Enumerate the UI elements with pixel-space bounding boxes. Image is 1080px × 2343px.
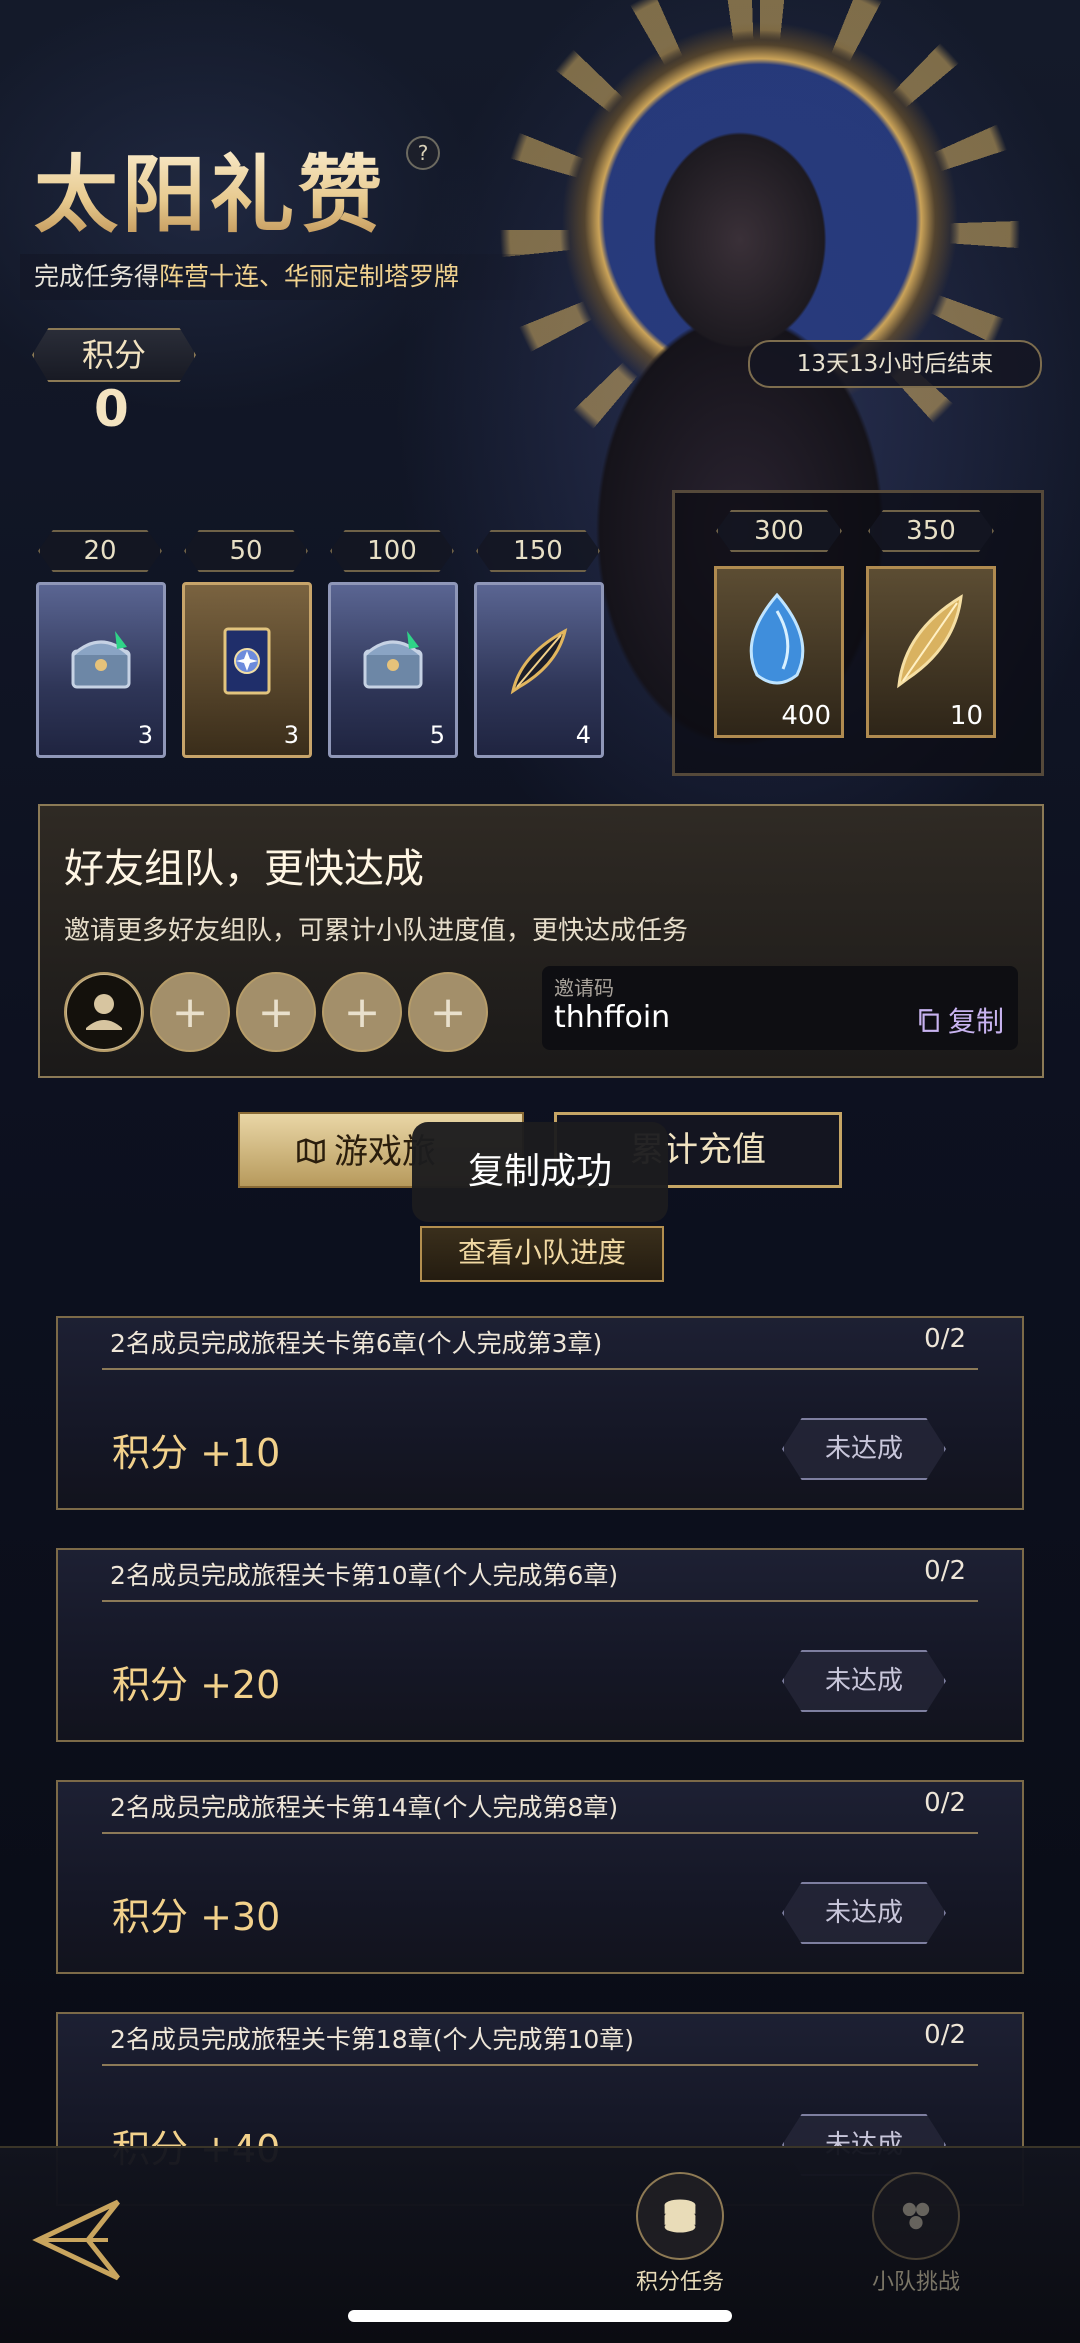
reward-points: 20 <box>38 530 162 572</box>
reward-card[interactable]: 10 <box>866 566 996 738</box>
reward-tier-3[interactable]: 100 5 <box>328 530 458 758</box>
task-progress: 0/2 <box>924 1788 966 1818</box>
task-status-badge: 未达成 <box>782 1882 946 1944</box>
divider <box>102 2064 978 2066</box>
task-progress: 0/2 <box>924 2020 966 2050</box>
task-card: 2名成员完成旅程关卡第14章(个人完成第8章) 0/2 积分 +30 未达成 <box>56 1780 1024 1974</box>
reward-card[interactable]: 4 <box>474 582 604 758</box>
nav-points-tasks[interactable]: 积分任务 <box>620 2172 740 2302</box>
reward-qty: 3 <box>283 721 299 749</box>
plus-icon: + <box>171 986 209 1038</box>
copy-label: 复制 <box>947 1005 1004 1038</box>
toast-message: 复制成功 <box>412 1122 668 1222</box>
coin-stack-icon <box>636 2172 724 2260</box>
reward-card[interactable]: 3 <box>182 582 312 758</box>
help-icon[interactable]: ? <box>406 136 440 170</box>
reward-qty: 400 <box>781 701 831 731</box>
subtitle-prefix: 完成任务得 <box>34 262 160 291</box>
chest-icon <box>71 631 131 689</box>
feather-icon <box>510 628 568 695</box>
reward-card[interactable]: 3 <box>36 582 166 758</box>
tarot-card-icon <box>223 627 271 695</box>
countdown-timer: 13天13小时后结束 <box>748 340 1042 388</box>
task-description: 2名成员完成旅程关卡第6章(个人完成第3章) <box>110 1329 603 1358</box>
divider <box>102 1832 978 1834</box>
score-value: 0 <box>94 380 129 438</box>
task-points: 积分 +10 <box>112 1431 281 1475</box>
reward-qty: 4 <box>575 721 591 749</box>
view-team-progress-button[interactable]: 查看小队进度 <box>420 1226 664 1282</box>
reward-points: 350 <box>868 510 994 552</box>
copy-button[interactable]: 复制 <box>916 1000 1004 1040</box>
invite-slot-button[interactable]: + <box>408 972 488 1052</box>
task-progress: 0/2 <box>924 1556 966 1586</box>
invite-code-box: 邀请码 thhffoin 复制 <box>542 966 1018 1050</box>
subtitle: 完成任务得阵营十连、华丽定制塔罗牌 <box>20 254 554 300</box>
map-icon <box>297 1138 325 1164</box>
task-description: 2名成员完成旅程关卡第18章(个人完成第10章) <box>110 2025 635 2054</box>
subtitle-highlight: 阵营十连、华丽定制塔罗牌 <box>159 262 460 291</box>
crystal-icon <box>749 592 805 685</box>
invite-slot-button[interactable]: + <box>236 972 316 1052</box>
reward-qty: 5 <box>429 721 445 749</box>
home-indicator[interactable] <box>348 2310 732 2322</box>
team-icon <box>872 2172 960 2260</box>
task-card: 2名成员完成旅程关卡第6章(个人完成第3章) 0/2 积分 +10 未达成 <box>56 1316 1024 1510</box>
task-status-badge: 未达成 <box>782 1650 946 1712</box>
team-title: 好友组队，更快达成 <box>64 846 424 892</box>
nav-points-tasks-label: 积分任务 <box>635 2270 724 2295</box>
team-description: 邀请更多好友组队，可累计小队进度值，更快达成任务 <box>64 916 689 946</box>
copy-icon <box>919 1009 939 1032</box>
invite-code-value: thhffoin <box>554 1000 671 1035</box>
reward-qty: 10 <box>949 701 983 731</box>
invite-code-label: 邀请码 <box>554 976 614 1000</box>
reward-card[interactable]: 400 <box>714 566 844 738</box>
page-title: 太阳礼赞 <box>34 128 386 249</box>
task-card: 2名成员完成旅程关卡第10章(个人完成第6章) 0/2 积分 +20 未达成 <box>56 1548 1024 1742</box>
back-arrow-icon <box>32 2199 120 2281</box>
reward-card[interactable]: 5 <box>328 582 458 758</box>
invite-slot-button[interactable]: + <box>150 972 230 1052</box>
task-points: 积分 +30 <box>112 1895 281 1939</box>
task-progress: 0/2 <box>924 1324 966 1354</box>
score-label: 积分 <box>32 328 196 382</box>
reward-tier-4[interactable]: 150 4 <box>474 530 604 758</box>
gold-feather-icon <box>897 594 963 689</box>
member-avatar[interactable] <box>64 972 144 1052</box>
reward-points: 100 <box>330 530 454 572</box>
back-button[interactable] <box>28 2192 128 2288</box>
reward-tier-1[interactable]: 20 3 <box>36 530 166 758</box>
task-description: 2名成员完成旅程关卡第10章(个人完成第6章) <box>110 1561 619 1590</box>
chest-icon <box>363 631 423 689</box>
invite-slot-button[interactable]: + <box>322 972 402 1052</box>
reward-tier-6[interactable]: 350 10 <box>866 510 996 738</box>
plus-icon: + <box>343 986 381 1038</box>
nav-team-challenge[interactable]: 小队挑战 <box>856 2172 976 2302</box>
reward-qty: 3 <box>137 721 153 749</box>
task-description: 2名成员完成旅程关卡第14章(个人完成第8章) <box>110 1793 619 1822</box>
team-invite-panel: 好友组队，更快达成 邀请更多好友组队，可累计小队进度值，更快达成任务 + + +… <box>38 804 1044 1078</box>
reward-points: 150 <box>476 530 600 572</box>
reward-points: 300 <box>716 510 842 552</box>
divider <box>102 1368 978 1370</box>
task-status-badge: 未达成 <box>782 1418 946 1480</box>
task-points: 积分 +20 <box>112 1663 281 1707</box>
nav-team-challenge-label: 小队挑战 <box>871 2270 960 2295</box>
divider <box>102 1600 978 1602</box>
user-icon <box>67 975 141 1049</box>
plus-icon: + <box>257 986 295 1038</box>
plus-icon: + <box>429 986 467 1038</box>
reward-points: 50 <box>184 530 308 572</box>
reward-tier-2[interactable]: 50 3 <box>182 530 312 758</box>
reward-tier-5[interactable]: 300 400 <box>714 510 844 738</box>
